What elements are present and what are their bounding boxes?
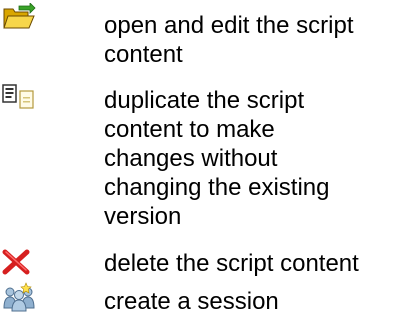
open-description: open and edit the script content xyxy=(104,12,354,68)
session-people-icon xyxy=(2,282,38,312)
delete-icon xyxy=(2,248,38,278)
duplicate-description: duplicate the script content to make cha… xyxy=(104,87,330,230)
delete-description: delete the script content xyxy=(104,250,359,277)
duplicate-icon xyxy=(2,84,38,114)
session-description: create a session xyxy=(104,288,279,315)
open-folder-icon xyxy=(2,3,38,33)
